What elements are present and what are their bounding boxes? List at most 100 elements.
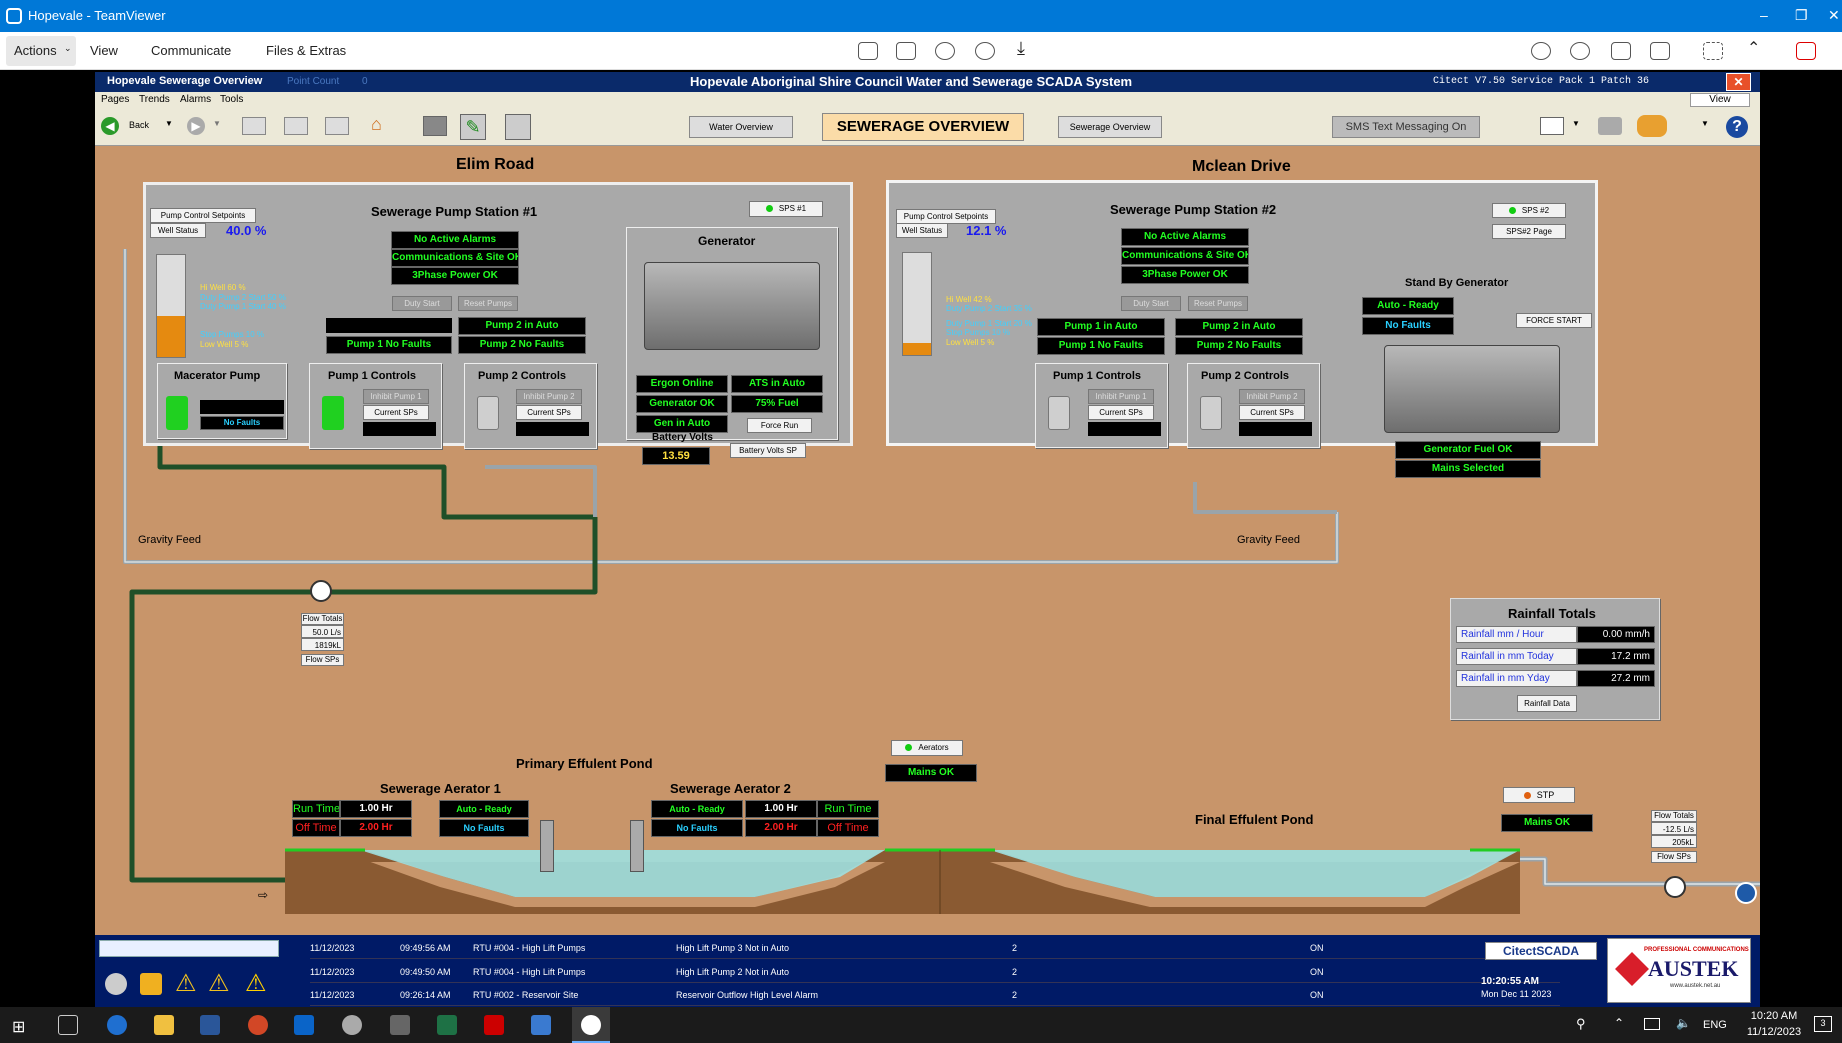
- clock-time[interactable]: 10:20 AM: [1743, 1010, 1805, 1022]
- sps2-pump1-icon[interactable]: [1048, 396, 1070, 430]
- sps1-setpoints-button[interactable]: Pump Control Setpoints: [150, 208, 256, 223]
- flow-meter-2-icon[interactable]: [1664, 876, 1686, 898]
- files-extras-menu[interactable]: Files & Extras: [266, 43, 346, 58]
- screenshot-icon[interactable]: [1650, 42, 1670, 60]
- powerpoint-icon[interactable]: [248, 1015, 268, 1035]
- sps2-reset-pumps-button[interactable]: Reset Pumps: [1188, 296, 1248, 311]
- communicate-menu[interactable]: Communicate: [151, 43, 231, 58]
- people-icon[interactable]: ⚲: [1576, 1016, 1586, 1032]
- acrobat-icon[interactable]: [484, 1015, 504, 1035]
- phone-icon[interactable]: [1570, 42, 1590, 60]
- sps1-pump2-current-sps-button[interactable]: Current SPs: [516, 405, 582, 420]
- mains-selected: Mains Selected: [1395, 460, 1541, 478]
- close-icon[interactable]: ✕: [1828, 7, 1840, 24]
- sps1-pump2-controls-title: Pump 2 Controls: [478, 370, 567, 382]
- calculator-icon[interactable]: [390, 1015, 410, 1035]
- fullscreen-icon[interactable]: [1703, 42, 1723, 60]
- gravity-feed-label-2: Gravity Feed: [1237, 534, 1300, 546]
- sps1-duty-start-button[interactable]: Duty Start: [392, 296, 452, 311]
- alarm-priority: 2: [1012, 943, 1018, 953]
- sps1-inhibit-pump1-button[interactable]: Inhibit Pump 1: [363, 389, 429, 404]
- sps1-well-status-button[interactable]: Well Status: [150, 223, 206, 238]
- sps2-inhibit-pump2-button[interactable]: Inhibit Pump 2: [1239, 389, 1305, 404]
- keyboard-icon[interactable]: [896, 42, 916, 60]
- mute-alarm-icon[interactable]: [105, 973, 127, 995]
- sps1-pump2-icon[interactable]: [477, 396, 499, 430]
- aerators-button[interactable]: Aerators: [891, 740, 963, 756]
- volume-icon[interactable]: 🔈: [1676, 1016, 1691, 1030]
- aerator2-run-value: 1.00 Hr: [745, 800, 817, 818]
- sps2-nav-label: SPS #2: [1521, 206, 1550, 215]
- alarm-state: ON: [1310, 990, 1324, 1000]
- actions-menu-label[interactable]: Actions: [14, 43, 57, 58]
- sps2-pump2-current-sps-button[interactable]: Current SPs: [1239, 405, 1305, 420]
- battery-volts-sp-button[interactable]: Battery Volts SP: [730, 443, 806, 458]
- active-alarm-icon[interactable]: ⚠: [175, 969, 197, 998]
- macerator-pump-icon[interactable]: [166, 396, 188, 430]
- minimize-icon[interactable]: –: [1760, 7, 1768, 23]
- edge-icon[interactable]: [107, 1015, 127, 1035]
- flow2-sps-button[interactable]: Flow SPs: [1651, 851, 1697, 863]
- force-start-button[interactable]: FORCE START: [1516, 313, 1592, 328]
- sps2-pump2-controls-title: Pump 2 Controls: [1201, 370, 1290, 382]
- file-explorer-icon[interactable]: [154, 1015, 174, 1035]
- disabled-alarm-icon[interactable]: ⚠: [245, 969, 267, 998]
- alarm-filter-input[interactable]: [99, 940, 279, 957]
- sps1-reset-pumps-button[interactable]: Reset Pumps: [458, 296, 518, 311]
- sps2-duty-start-button[interactable]: Duty Start: [1121, 296, 1181, 311]
- remote-app-icon[interactable]: [342, 1015, 362, 1035]
- flow-meter-1-icon[interactable]: [310, 580, 332, 602]
- sps2-page-button[interactable]: SPS#2 Page: [1492, 224, 1566, 239]
- sps2-inhibit-pump1-button[interactable]: Inhibit Pump 1: [1088, 389, 1154, 404]
- sps2-pump2-icon[interactable]: [1200, 396, 1222, 430]
- sps1-pump1-current-sps-button[interactable]: Current SPs: [363, 405, 429, 420]
- alarm-summary-icon[interactable]: [140, 973, 162, 995]
- task-view-icon[interactable]: [58, 1015, 78, 1035]
- language-indicator[interactable]: ENG: [1703, 1019, 1727, 1031]
- fuel-status: 75% Fuel: [731, 395, 823, 413]
- outlook-icon[interactable]: [294, 1015, 314, 1035]
- collapse-icon[interactable]: ⌃: [1747, 38, 1760, 58]
- tray-chevron-icon[interactable]: ⌃: [1614, 1016, 1624, 1030]
- force-run-button[interactable]: Force Run: [747, 418, 812, 433]
- aerator1-icon[interactable]: [540, 820, 554, 872]
- sps2-pump1-current-sps-button[interactable]: Current SPs: [1088, 405, 1154, 420]
- chevron-down-icon: ⌄: [64, 43, 72, 53]
- dashboard-icon[interactable]: [858, 42, 878, 60]
- sps1-nav-button[interactable]: SPS #1: [749, 201, 823, 217]
- clock-date[interactable]: 11/12/2023: [1743, 1026, 1805, 1038]
- network-icon[interactable]: [1644, 1018, 1660, 1030]
- start-icon[interactable]: ⊞: [12, 1017, 25, 1037]
- record-icon[interactable]: [975, 42, 995, 60]
- sps2-level-value: 12.1 %: [966, 223, 1007, 238]
- alarm-row[interactable]: 11/12/2023 09:49:50 AM RTU #004 - High L…: [310, 961, 1560, 983]
- word-icon[interactable]: [200, 1015, 220, 1035]
- sps1-pump1-icon[interactable]: [322, 396, 344, 430]
- chat-icon[interactable]: [1531, 42, 1551, 60]
- excel-icon[interactable]: [437, 1015, 457, 1035]
- photos-icon[interactable]: [531, 1015, 551, 1035]
- hardware-alarm-icon[interactable]: ⚠: [208, 969, 230, 998]
- sps2-nav-button[interactable]: SPS #2: [1492, 203, 1566, 218]
- user-settings-icon[interactable]: [935, 42, 955, 60]
- sps1-inhibit-pump2-button[interactable]: Inhibit Pump 2: [516, 389, 582, 404]
- stp-mains-status: Mains OK: [1501, 814, 1593, 832]
- rainfall-data-button[interactable]: Rainfall Data: [1517, 695, 1577, 712]
- notifications-icon[interactable]: 3: [1814, 1016, 1832, 1032]
- flow1-sps-button[interactable]: Flow SPs: [301, 654, 344, 666]
- download-icon[interactable]: ⤓: [1017, 38, 1025, 59]
- aerator2-icon[interactable]: [630, 820, 644, 872]
- sps2-setpoints-button[interactable]: Pump Control Setpoints: [896, 209, 996, 224]
- alarm-row[interactable]: 11/12/2023 09:49:56 AM RTU #004 - High L…: [310, 937, 1560, 959]
- end-session-icon[interactable]: [1796, 42, 1816, 60]
- macerator-panel: Macerator Pump No Faults: [157, 363, 287, 439]
- teamviewer-taskbar-button[interactable]: [572, 1007, 610, 1043]
- teamviewer-session-icon[interactable]: [1735, 882, 1757, 904]
- sps2-power-status: 3Phase Power OK: [1121, 266, 1249, 284]
- restore-icon[interactable]: ❐: [1795, 7, 1808, 24]
- view-menu[interactable]: View: [90, 43, 118, 58]
- whiteboard-icon[interactable]: [1611, 42, 1631, 60]
- stp-button[interactable]: STP: [1503, 787, 1575, 803]
- sps2-well-status-button[interactable]: Well Status: [896, 223, 948, 238]
- alarm-row[interactable]: 11/12/2023 09:26:14 AM RTU #002 - Reserv…: [310, 984, 1560, 1006]
